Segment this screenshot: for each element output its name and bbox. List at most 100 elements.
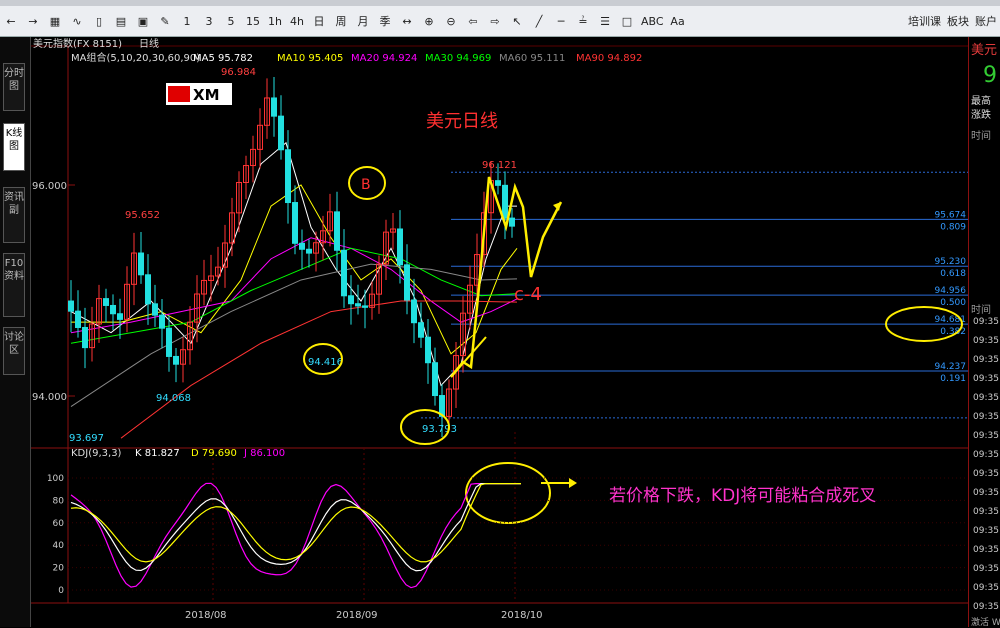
candle-body <box>397 228 403 266</box>
date-axis-label: 2018/10 <box>501 610 543 621</box>
ticks-time-header: 时间 <box>971 305 991 316</box>
candle-body <box>411 299 417 324</box>
tab-f10[interactable]: F10资料 <box>3 253 25 317</box>
ma-legend-item: MA5 95.782 <box>193 53 253 64</box>
period-day[interactable]: 日 <box>308 10 330 32</box>
price-label-circled-low1: 94.416 <box>308 357 343 368</box>
period-month[interactable]: 月 <box>352 10 374 32</box>
svg-text:XM: XM <box>193 86 220 104</box>
tab-minute-chart[interactable]: 分时图 <box>3 63 25 111</box>
account-button[interactable]: 账户 <box>972 10 1000 32</box>
tick-time: 09:35 <box>973 583 999 593</box>
period-15[interactable]: 15 <box>242 10 264 32</box>
tick-time: 09:35 <box>973 602 999 612</box>
period-4h[interactable]: 4h <box>286 10 308 32</box>
period-1[interactable]: 1 <box>176 10 198 32</box>
candle-body <box>509 217 515 227</box>
text-tool-icon-abc[interactable]: ABC <box>638 10 667 32</box>
candle-body <box>334 211 340 251</box>
kdj-label: KDJ(9,3,3) <box>71 448 122 459</box>
candle-body <box>138 252 144 276</box>
left-icon[interactable]: ⇦ <box>462 10 484 32</box>
quote-panel: 美元 9 最高 涨跌 时间 时间 09:35 09:35 09:35 09:35 09:… <box>968 37 1000 628</box>
price-label-low-left2: 93.697 <box>69 433 104 444</box>
candlestick-icon[interactable]: ▯ <box>88 10 110 32</box>
fib-ratio: 0.191 <box>940 374 966 384</box>
candle-body <box>82 326 88 349</box>
kdj-axis-label: 60 <box>53 519 65 529</box>
kdj-axis-label: 80 <box>53 496 65 506</box>
quote-time-label: 时间 <box>971 131 991 142</box>
price-axis-label: 94.000 <box>32 392 67 403</box>
sidebar: 分时图 K线图 资讯副 F10资料 讨论区 <box>0 37 31 627</box>
candle-body <box>404 264 410 301</box>
tick-time: 09:35 <box>973 564 999 574</box>
forward-arrow-icon[interactable]: → <box>22 10 44 32</box>
zoom-out-icon[interactable]: ⊖ <box>440 10 462 32</box>
tick-time: 09:35 <box>973 355 999 365</box>
save-icon[interactable]: ▣ <box>132 10 154 32</box>
grid-icon[interactable]: ▦ <box>44 10 66 32</box>
period-5[interactable]: 5 <box>220 10 242 32</box>
fib-price: 94.237 <box>935 362 967 372</box>
period-3[interactable]: 3 <box>198 10 220 32</box>
ma-line <box>70 263 518 407</box>
candle-body <box>173 355 179 365</box>
symbol-label[interactable]: 美元指数(FX 8151) <box>33 37 122 50</box>
quote-change-label: 涨跌 <box>971 110 991 121</box>
bar-chart-icon[interactable]: ▤ <box>110 10 132 32</box>
price-label-low-left: 94.068 <box>156 393 191 404</box>
period-quarter[interactable]: 季 <box>374 10 396 32</box>
pen-icon[interactable]: ✎ <box>154 10 176 32</box>
training-button[interactable]: 培训课 <box>905 10 944 32</box>
back-arrow-icon[interactable]: ← <box>0 10 22 32</box>
chart-title: 美元日线 <box>426 111 498 132</box>
kdj-axis-label: 20 <box>53 564 65 574</box>
ma-legend-item: MA30 94.969 <box>425 53 491 64</box>
tick-time: 09:35 <box>973 412 999 422</box>
right-icon[interactable]: ⇨ <box>484 10 506 32</box>
tab-news[interactable]: 资讯副 <box>3 187 25 243</box>
kdj-k-value: K 81.827 <box>135 448 180 459</box>
kdj-axis-label: 100 <box>47 474 64 484</box>
candle-body <box>306 248 312 254</box>
font-tool-icon[interactable]: Aa <box>667 10 689 32</box>
tick-time: 09:35 <box>973 507 999 517</box>
ma-line <box>70 247 518 344</box>
hline-tool-icon[interactable]: ─ <box>550 10 572 32</box>
rect-tool-icon[interactable]: □ <box>616 10 638 32</box>
kdj-j-line <box>70 482 521 589</box>
tick-time: 09:35 <box>973 469 999 479</box>
xm-logo: XM <box>166 83 232 105</box>
ma-line <box>70 237 518 334</box>
price-label-high: 96.984 <box>221 67 256 78</box>
cursor-icon[interactable]: ↖ <box>506 10 528 32</box>
ma-legend-item: MA10 95.405 <box>277 53 343 64</box>
kdj-axis-label: 0 <box>58 586 64 596</box>
candle-body <box>117 313 123 320</box>
ma-legend-item: MA20 94.924 <box>351 53 417 64</box>
candle-body <box>68 300 74 312</box>
candle-body <box>110 304 116 315</box>
arrows-both-icon[interactable]: ↔ <box>396 10 418 32</box>
tab-kline-chart[interactable]: K线图 <box>3 123 25 171</box>
tick-time: 09:35 <box>973 431 999 441</box>
candle-body <box>75 310 81 328</box>
tab-discussion[interactable]: 讨论区 <box>3 327 25 375</box>
tick-time: 09:35 <box>973 545 999 555</box>
period-1h[interactable]: 1h <box>264 10 286 32</box>
period-week[interactable]: 周 <box>330 10 352 32</box>
candle-body <box>362 305 368 308</box>
fib-ratio: 0.618 <box>940 269 966 279</box>
kline-chart[interactable]: 美元指数(FX 8151) 日线 MA组合(5,10,20,30,60,90) … <box>31 37 968 627</box>
candle-body <box>502 184 508 219</box>
sector-button[interactable]: 板块 <box>944 10 972 32</box>
period-label[interactable]: 日线 <box>139 37 159 50</box>
channel-tool-icon[interactable]: ≟ <box>572 10 594 32</box>
tick-time: 09:35 <box>973 393 999 403</box>
line-chart-icon[interactable]: ∿ <box>66 10 88 32</box>
line-tool-icon[interactable]: ╱ <box>528 10 550 32</box>
zoom-in-icon[interactable]: ⊕ <box>418 10 440 32</box>
fib-tool-icon[interactable]: ☰ <box>594 10 616 32</box>
candle-body <box>159 314 165 329</box>
